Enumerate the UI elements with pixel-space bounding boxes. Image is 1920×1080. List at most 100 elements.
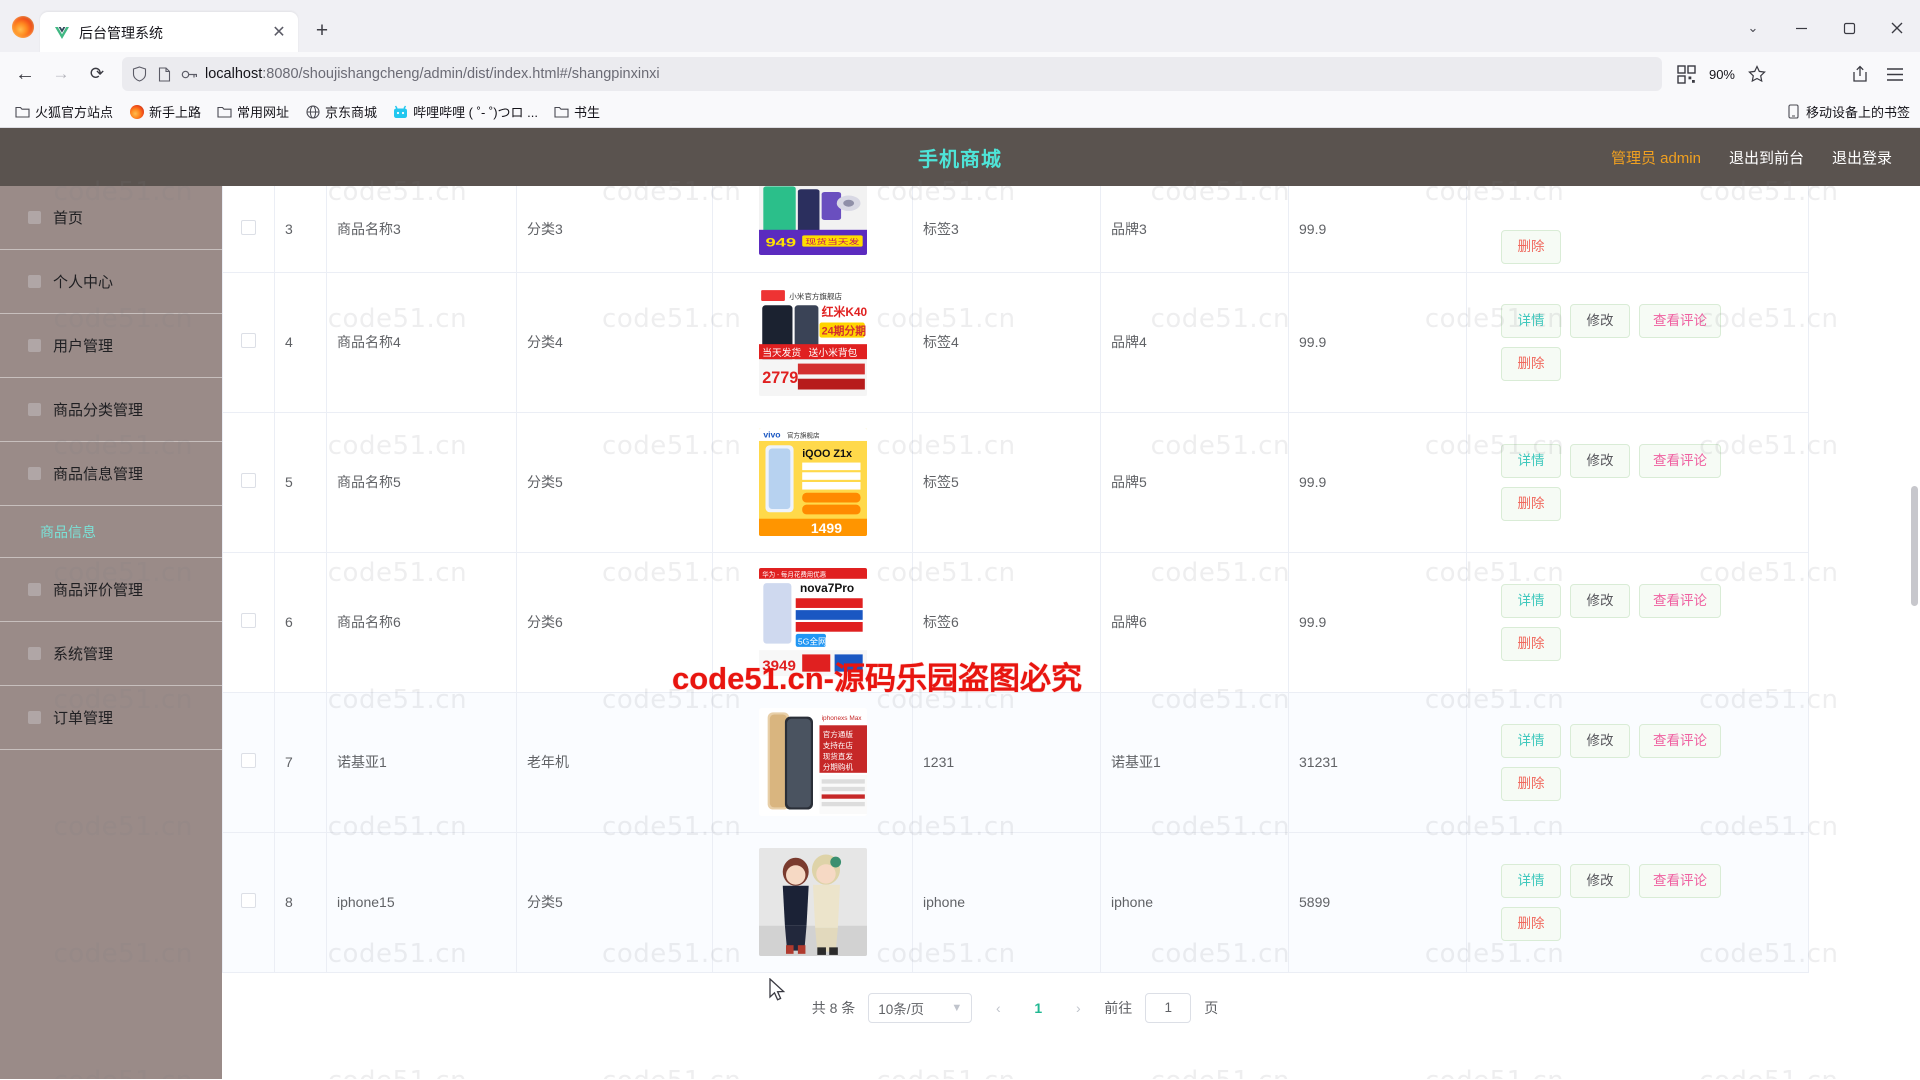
cell-price: 99.9 (1288, 552, 1467, 693)
scrollbar-thumb[interactable] (1911, 486, 1918, 606)
exit-to-front-link[interactable]: 退出到前台 (1729, 147, 1804, 168)
edit-button[interactable]: 修改 (1570, 723, 1630, 758)
row-checkbox[interactable] (241, 333, 256, 348)
page-size-select[interactable]: 10条/页 ▼ (868, 992, 973, 1023)
address-bar[interactable]: localhost:8080/shoujishangcheng/admin/di… (122, 57, 1662, 91)
minimize-button[interactable] (1778, 8, 1824, 48)
row-checkbox[interactable] (241, 219, 256, 235)
prev-page-button[interactable]: ‹ (985, 1000, 1011, 1016)
goto-page-input[interactable]: 1 (1145, 992, 1192, 1023)
close-icon[interactable]: ✕ (268, 22, 290, 44)
row-checkbox[interactable] (241, 473, 256, 488)
users-icon (28, 339, 41, 352)
table-row[interactable]: 3 商品名称3 分类3 949 现货当天发 标签3 品牌3 99.9 详情修改查看评论删除 (222, 186, 1809, 273)
table-row[interactable]: 5 商品名称5 分类5 vivo 官方旗舰店 iQOO Z1x 1499 标签5 品牌5… (222, 412, 1809, 553)
delete-button[interactable]: 删除 (1501, 486, 1561, 521)
detail-button[interactable]: 详情 (1501, 443, 1561, 478)
forward-button[interactable]: → (44, 58, 78, 90)
view-comments-button[interactable]: 查看评论 (1639, 863, 1721, 898)
window-controls: ⌄ (1730, 8, 1920, 48)
hamburger-icon[interactable] (1878, 58, 1912, 90)
product-thumbnail[interactable] (758, 848, 867, 956)
edit-button[interactable]: 修改 (1570, 863, 1630, 898)
mobile-bookmarks[interactable]: 移动设备上的书签 (1786, 102, 1910, 121)
key-icon[interactable] (180, 65, 198, 83)
table-row[interactable]: 4 商品名称4 分类4 小米官方旗舰店 红米K40 24期分期 当天发货 送小米背包… (222, 272, 1809, 413)
table-row[interactable]: 6 商品名称6 分类6 华为 - 每月花费用优惠 nova7Pro 5G全网通 39… (222, 552, 1809, 693)
row-checkbox[interactable] (241, 753, 256, 768)
order-icon (28, 711, 41, 724)
close-window-button[interactable] (1874, 8, 1920, 48)
svg-text:现货当天发: 现货当天发 (805, 237, 859, 245)
sidebar-subitem-5[interactable]: 商品信息 (0, 506, 222, 558)
product-thumbnail[interactable]: 小米官方旗舰店 红米K40 24期分期 当天发货 送小米背包 2779 (758, 288, 867, 396)
cell-id: 6 (274, 552, 327, 693)
bookmark-item[interactable]: 火狐官方站点 (8, 99, 120, 124)
share-icon[interactable] (1843, 58, 1877, 90)
vertical-scrollbar[interactable] (1908, 186, 1920, 1079)
reload-button[interactable]: ⟳ (80, 58, 114, 90)
cell-price-text: 99.9 (1299, 474, 1327, 490)
edit-button[interactable]: 修改 (1570, 303, 1630, 338)
cell-brand: 品牌4 (1100, 272, 1289, 413)
bilibili-icon (393, 104, 408, 119)
page-info-icon[interactable] (155, 65, 173, 83)
bookmark-item[interactable]: 哔哩哔哩 ( ˚- ˚)つロ ... (386, 99, 545, 124)
table-row[interactable]: 8 iphone15 分类5 iphone iphone 5899 详情 修改 查看评论 删除 (222, 832, 1809, 973)
qr-icon[interactable] (1670, 58, 1704, 90)
cell-id-text: 8 (285, 894, 293, 910)
delete-button[interactable]: 删除 (1501, 626, 1561, 661)
edit-button[interactable]: 修改 (1570, 583, 1630, 618)
bookmark-item[interactable]: 新手上路 (122, 99, 208, 124)
view-comments-button[interactable]: 查看评论 (1639, 443, 1721, 478)
cell-name: 诺基亚1 (326, 692, 517, 833)
logout-link[interactable]: 退出登录 (1832, 147, 1892, 168)
sidebar-item-4[interactable]: 商品信息管理 (0, 442, 222, 506)
firefox-icon (129, 104, 144, 119)
next-page-button[interactable]: › (1065, 1000, 1091, 1016)
browser-tab[interactable]: 后台管理系统 ✕ (40, 12, 298, 54)
sidebar-item-2[interactable]: 用户管理 (0, 314, 222, 378)
delete-button[interactable]: 删除 (1501, 229, 1561, 264)
detail-button[interactable]: 详情 (1501, 863, 1561, 898)
sidebar-item-1[interactable]: 个人中心 (0, 250, 222, 314)
page-number-1[interactable]: 1 (1024, 1000, 1052, 1016)
zoom-level-badge[interactable]: 90% (1705, 67, 1739, 82)
product-thumbnail[interactable]: 华为 - 每月花费用优惠 nova7Pro 5G全网通 3949 (758, 568, 867, 676)
sidebar-item-8[interactable]: 订单管理 (0, 686, 222, 750)
cell-id-text: 5 (285, 474, 293, 490)
table-row[interactable]: 7 诺基亚1 老年机 iphonexs Max 官方通版 支持在店 现货直发 分期购… (222, 692, 1809, 833)
cell-name-text: 商品名称3 (337, 220, 401, 237)
shield-icon[interactable] (130, 65, 148, 83)
delete-button[interactable]: 删除 (1501, 906, 1561, 941)
sidebar-item-0[interactable]: 首页 (0, 186, 222, 250)
delete-button[interactable]: 删除 (1501, 346, 1561, 381)
product-thumbnail[interactable]: iphonexs Max 官方通版 支持在店 现货直发 分期购机 (758, 708, 867, 816)
view-comments-button[interactable]: 查看评论 (1639, 583, 1721, 618)
bookmark-item[interactable]: 京东商城 (298, 99, 384, 124)
sidebar-item-6[interactable]: 商品评价管理 (0, 558, 222, 622)
list-all-tabs-icon[interactable]: ⌄ (1730, 8, 1776, 48)
edit-button[interactable]: 修改 (1570, 443, 1630, 478)
cell-id: 5 (274, 412, 327, 553)
maximize-button[interactable] (1826, 8, 1872, 48)
detail-button[interactable]: 详情 (1501, 723, 1561, 758)
sidebar-item-3[interactable]: 商品分类管理 (0, 378, 222, 442)
new-tab-button[interactable]: + (306, 14, 338, 46)
row-checkbox[interactable] (241, 613, 256, 628)
detail-button[interactable]: 详情 (1501, 583, 1561, 618)
view-comments-button[interactable]: 查看评论 (1639, 723, 1721, 758)
admin-label[interactable]: 管理员 admin (1611, 147, 1701, 168)
sidebar-item-label: 订单管理 (53, 710, 114, 727)
star-icon[interactable] (1740, 58, 1774, 90)
delete-button[interactable]: 删除 (1501, 766, 1561, 801)
product-thumbnail[interactable]: vivo 官方旗舰店 iQOO Z1x 1499 (758, 428, 867, 536)
row-checkbox[interactable] (241, 893, 256, 908)
sidebar-item-7[interactable]: 系统管理 (0, 622, 222, 686)
back-button[interactable]: ← (8, 58, 42, 90)
product-thumbnail[interactable]: 949 现货当天发 (758, 186, 867, 255)
view-comments-button[interactable]: 查看评论 (1639, 303, 1721, 338)
detail-button[interactable]: 详情 (1501, 303, 1561, 338)
bookmark-item[interactable]: 常用网址 (210, 99, 296, 124)
bookmark-item[interactable]: 书生 (547, 99, 607, 124)
